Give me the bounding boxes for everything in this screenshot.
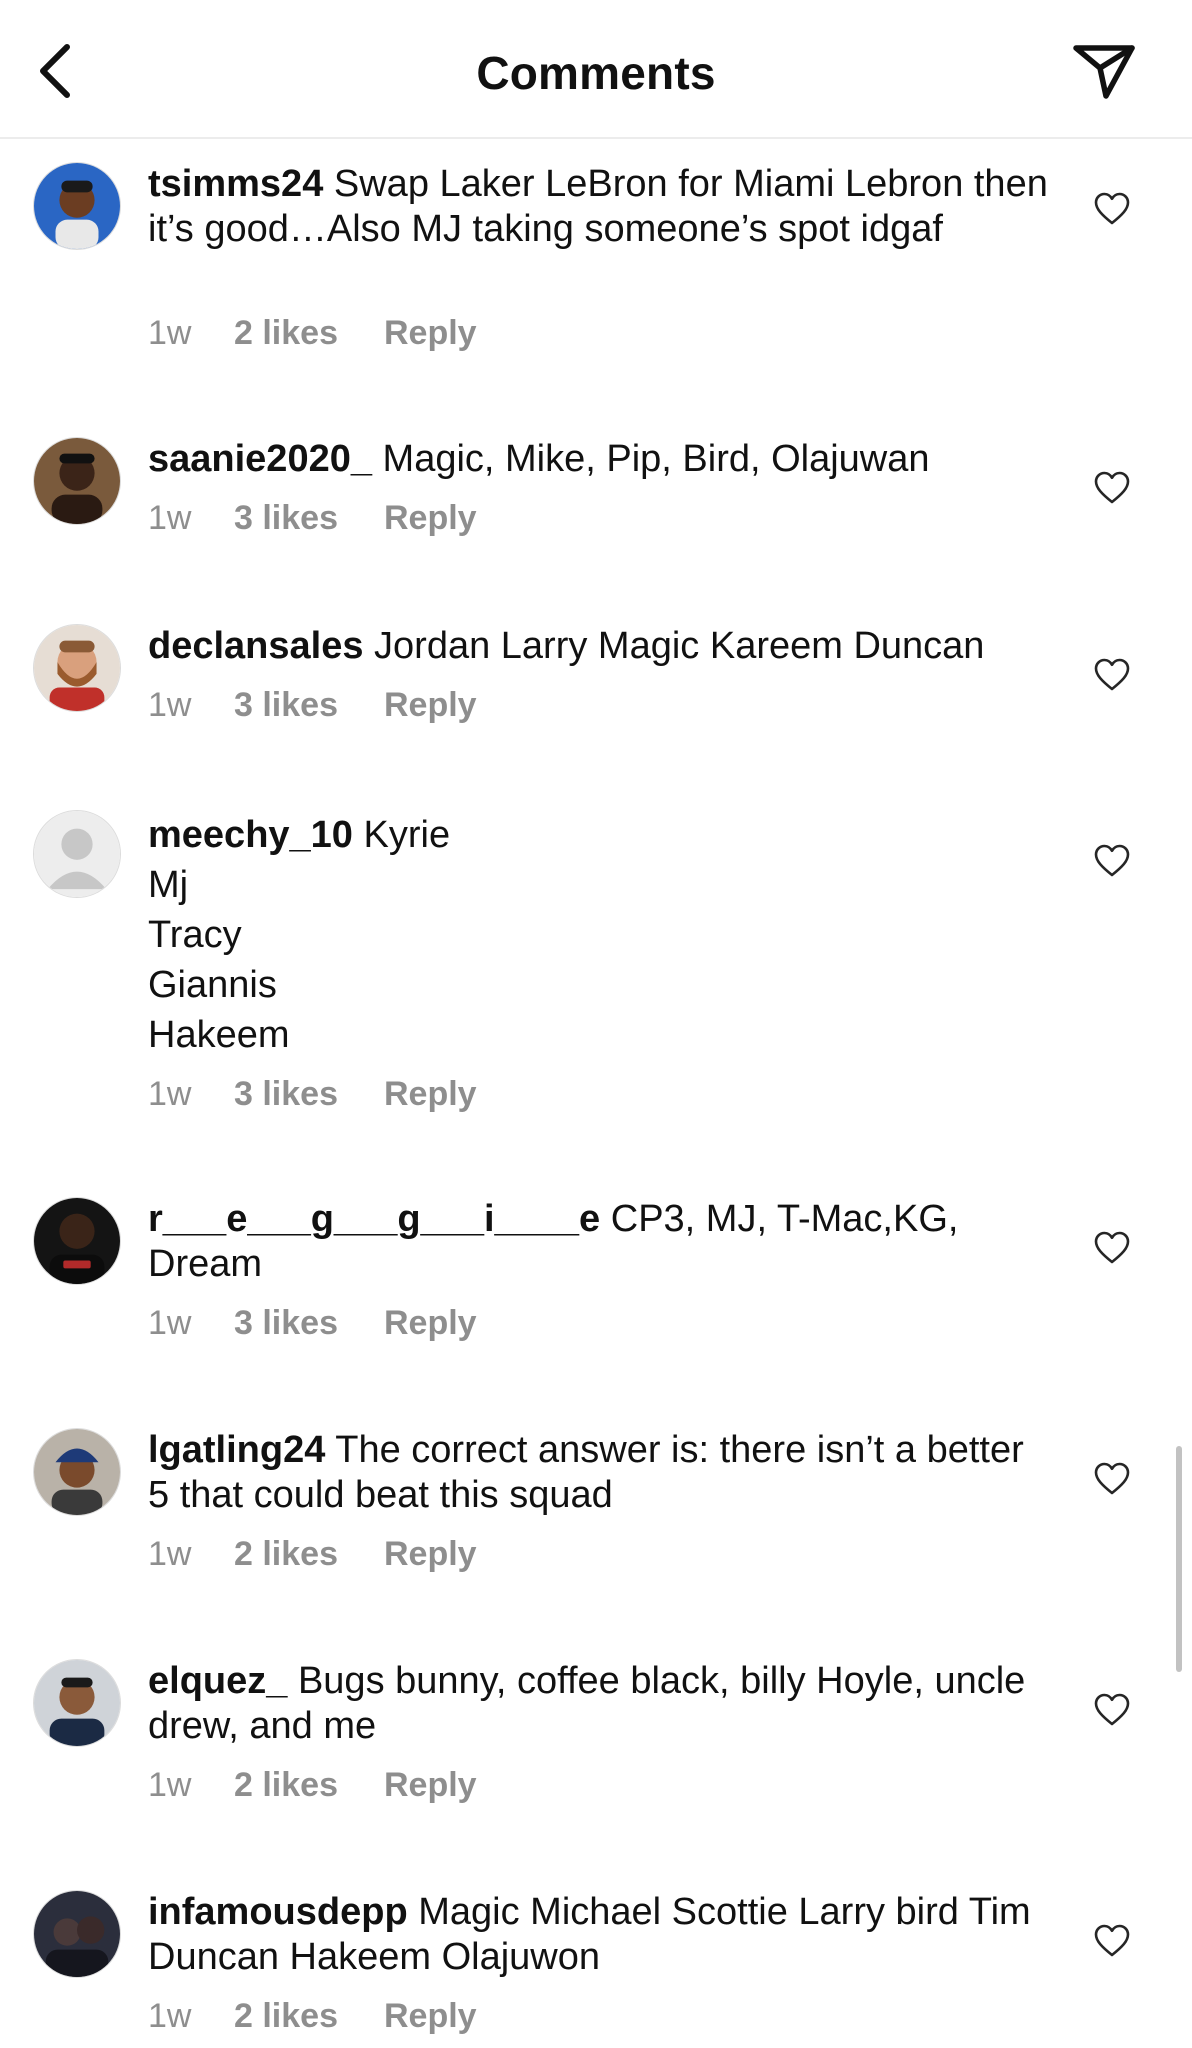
avatar[interactable] (33, 1890, 121, 1978)
avatar[interactable] (33, 810, 121, 898)
comment-likes[interactable]: 2 likes (234, 1766, 384, 1805)
comment-username[interactable]: elquez_ (148, 1660, 287, 1702)
reply-button[interactable]: Reply (384, 1997, 477, 2036)
comment-meta: 1w 2 likes Reply (148, 1997, 477, 2036)
avatar[interactable] (33, 1659, 121, 1747)
avatar[interactable] (33, 624, 121, 712)
comment-username[interactable]: infamousdepp (148, 1891, 408, 1933)
comment-meta: 1w 3 likes Reply (148, 1075, 477, 1114)
comments-list: tsimms24 Swap Laker LeBron for Miami Leb… (0, 0, 1192, 2048)
avatar[interactable] (33, 1428, 121, 1516)
comment-meta: 1w 2 likes Reply (148, 314, 477, 353)
heart-outline-icon (1094, 471, 1134, 505)
comment-time: 1w (148, 499, 192, 537)
heart-outline-icon (1094, 1462, 1134, 1496)
reply-button[interactable]: Reply (384, 1766, 477, 1805)
comment-text: r___e___g___g___i____e CP3, MJ, T-Mac,KG… (148, 1197, 1048, 1287)
comment-time: 1w (148, 1304, 192, 1342)
comment-text: declansales Jordan Larry Magic Kareem Du… (148, 624, 1048, 669)
comment-meta: 1w 2 likes Reply (148, 1535, 477, 1574)
reply-button[interactable]: Reply (384, 686, 477, 725)
heart-outline-icon (1094, 1231, 1134, 1265)
like-button[interactable] (1094, 1693, 1134, 1733)
scrollbar[interactable] (1176, 1446, 1182, 1672)
comment-likes[interactable]: 3 likes (234, 686, 384, 725)
comment-username[interactable]: saanie2020_ (148, 438, 372, 480)
heart-outline-icon (1094, 1924, 1134, 1958)
reply-button[interactable]: Reply (384, 314, 477, 353)
comment-username[interactable]: lgatling24 (148, 1429, 325, 1471)
comment-username[interactable]: r___e___g___g___i____e (148, 1198, 600, 1240)
comment-time: 1w (148, 1535, 192, 1573)
heart-outline-icon (1094, 192, 1134, 226)
reply-button[interactable]: Reply (384, 499, 477, 538)
comment-meta: 1w 3 likes Reply (148, 686, 477, 725)
heart-outline-icon (1094, 844, 1134, 878)
like-button[interactable] (1094, 1924, 1134, 1964)
comment-text: meechy_10 Kyrie Mj Tracy Giannis Hakeem (148, 810, 1048, 1060)
reply-button[interactable]: Reply (384, 1304, 477, 1343)
heart-outline-icon (1094, 1693, 1134, 1727)
comment-text: tsimms24 Swap Laker LeBron for Miami Leb… (148, 162, 1048, 252)
comment-meta: 1w 3 likes Reply (148, 499, 477, 538)
comment-message: Magic, Mike, Pip, Bird, Olajuwan (382, 438, 930, 480)
avatar[interactable] (33, 1197, 121, 1285)
comment-text: saanie2020_ Magic, Mike, Pip, Bird, Olaj… (148, 437, 1048, 482)
like-button[interactable] (1094, 1462, 1134, 1502)
comment-username[interactable]: declansales (148, 625, 363, 667)
comment-time: 1w (148, 686, 192, 724)
comment-message: Jordan Larry Magic Kareem Duncan (374, 625, 985, 667)
comment-text: elquez_ Bugs bunny, coffee black, billy … (148, 1659, 1048, 1749)
like-button[interactable] (1094, 844, 1134, 884)
comment-likes[interactable]: 2 likes (234, 1535, 384, 1574)
comment-time: 1w (148, 1075, 192, 1113)
like-button[interactable] (1094, 192, 1134, 232)
comment-text: infamousdepp Magic Michael Scottie Larry… (148, 1890, 1048, 1980)
comment-meta: 1w 2 likes Reply (148, 1766, 477, 1805)
comment-likes[interactable]: 2 likes (234, 314, 384, 353)
comment-likes[interactable]: 3 likes (234, 1075, 384, 1114)
like-button[interactable] (1094, 1231, 1134, 1271)
comment-likes[interactable]: 3 likes (234, 499, 384, 538)
comment-time: 1w (148, 1766, 192, 1804)
like-button[interactable] (1094, 471, 1134, 511)
heart-outline-icon (1094, 658, 1134, 692)
comment-meta: 1w 3 likes Reply (148, 1304, 477, 1343)
reply-button[interactable]: Reply (384, 1075, 477, 1114)
reply-button[interactable]: Reply (384, 1535, 477, 1574)
comment-time: 1w (148, 1997, 192, 2035)
comment-time: 1w (148, 314, 192, 352)
comment-text: lgatling24 The correct answer is: there … (148, 1428, 1048, 1518)
comment-likes[interactable]: 2 likes (234, 1997, 384, 2036)
comment-username[interactable]: meechy_10 (148, 814, 353, 856)
avatar[interactable] (33, 437, 121, 525)
avatar[interactable] (33, 162, 121, 250)
comment-username[interactable]: tsimms24 (148, 163, 323, 205)
like-button[interactable] (1094, 658, 1134, 698)
comment-likes[interactable]: 3 likes (234, 1304, 384, 1343)
